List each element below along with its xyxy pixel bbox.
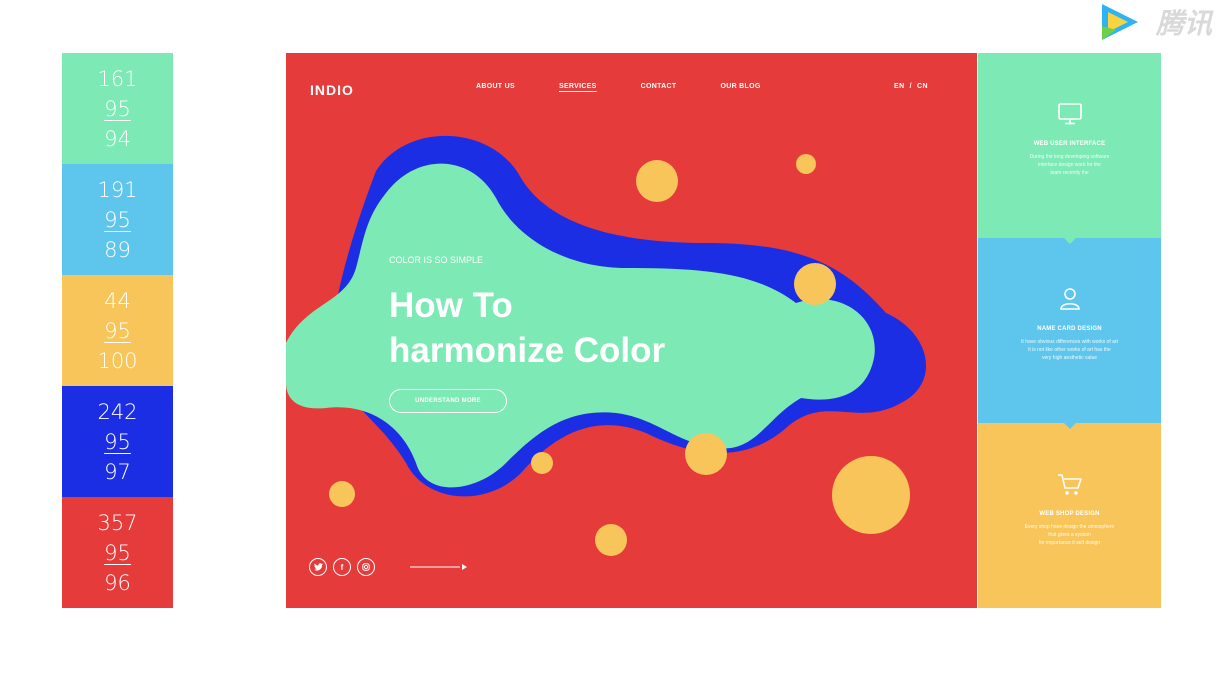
hero-headline: How To harmonize Color (389, 283, 665, 373)
dot (685, 433, 727, 475)
swatch-brightness: 96 (104, 570, 131, 595)
language-switch[interactable]: EN / CN (894, 83, 928, 90)
dot (832, 456, 910, 534)
social-links: f (309, 558, 375, 576)
swatch-brightness: 97 (104, 459, 131, 484)
swatch-royal-blue: 242 95 97 (62, 386, 173, 497)
card-name-card-design[interactable]: NAME CARD DESIGN It have obvious differe… (978, 238, 1161, 429)
card-notch (1063, 237, 1077, 244)
card-title: NAME CARD DESIGN (1037, 326, 1102, 332)
dot (794, 263, 836, 305)
dot (329, 481, 355, 507)
headline-line-1: How To (389, 286, 513, 325)
instagram-icon[interactable] (357, 558, 375, 576)
card-desc-line: it is not like other works of art has th… (1028, 347, 1111, 353)
hero-section: INDIO ABOUT US SERVICES CONTACT OUR BLOG… (286, 53, 977, 608)
card-title: WEB SHOP DESIGN (1039, 511, 1100, 517)
card-description: It have obvious differences with works o… (1000, 338, 1140, 362)
monitor-icon (1057, 103, 1082, 125)
card-desc-line: During the long developing software (1029, 154, 1110, 160)
card-desc-line: very high aesthetic value (1041, 355, 1098, 361)
site-logo[interactable]: INDIO (310, 82, 354, 98)
swatch-saturation: 95 (104, 429, 131, 454)
card-description: During the long developing software inte… (1000, 153, 1140, 177)
swatch-brightness: 100 (97, 348, 138, 373)
nav-about-us[interactable]: ABOUT US (476, 83, 515, 90)
headline-line-2: harmonize Color (389, 331, 666, 370)
color-swatch-column: 161 95 94 191 95 89 44 95 100 242 95 97 … (62, 53, 173, 608)
swatch-saturation: 95 (104, 96, 131, 121)
card-web-shop-design[interactable]: WEB SHOP DESIGN Every shop have design t… (978, 423, 1161, 608)
watermark-text: 腾讯 (1156, 7, 1213, 40)
swatch-hue: 44 (104, 288, 131, 313)
twitter-icon[interactable] (309, 558, 327, 576)
swatch-green: 161 95 94 (62, 53, 173, 164)
swatch-hue: 161 (97, 66, 138, 91)
play-logo-icon (1102, 4, 1138, 40)
swatch-red: 357 95 96 (62, 497, 173, 608)
hero-tagline: COLOR IS SO SIMPLE (389, 255, 484, 265)
user-icon (1059, 288, 1080, 310)
video-watermark: 腾讯 (1094, 0, 1220, 42)
card-title: WEB USER INTERFACE (1033, 141, 1106, 147)
swatch-brightness: 94 (104, 126, 131, 151)
swatch-saturation: 95 (104, 318, 131, 343)
card-notch (1063, 422, 1077, 429)
swatch-hue: 242 (97, 399, 138, 424)
dot (636, 160, 678, 202)
card-web-user-interface[interactable]: WEB USER INTERFACE During the long devel… (978, 53, 1161, 244)
cart-icon (1057, 474, 1082, 495)
card-desc-line: interface design work for the (1038, 162, 1101, 168)
card-desc-line: for importance it self design (1038, 540, 1101, 546)
nav-contact[interactable]: CONTACT (641, 83, 677, 90)
card-desc-line: Every shop have design the atmosphere (1024, 524, 1115, 530)
card-desc-line: team recently the (1050, 170, 1089, 176)
main-nav: ABOUT US SERVICES CONTACT OUR BLOG (476, 83, 805, 90)
card-desc-line: It have obvious differences with works o… (1021, 339, 1118, 345)
swatch-blue: 191 95 89 (62, 164, 173, 275)
nav-our-blog[interactable]: OUR BLOG (720, 83, 760, 90)
nav-services[interactable]: SERVICES (559, 83, 597, 90)
card-description: Every shop have design the atmosphere th… (1000, 523, 1140, 547)
dot (595, 524, 627, 556)
swatch-yellow: 44 95 100 (62, 275, 173, 386)
card-desc-line: that gives a system (1048, 532, 1091, 538)
swatch-hue: 357 (97, 510, 138, 535)
facebook-icon[interactable]: f (333, 558, 351, 576)
arrow-right-icon[interactable] (410, 562, 470, 572)
dot (531, 452, 553, 474)
dot (796, 154, 816, 174)
swatch-saturation: 95 (104, 207, 131, 232)
service-cards: WEB USER INTERFACE During the long devel… (978, 53, 1161, 608)
understand-more-button[interactable]: UNDERSTAND MORE (389, 389, 507, 413)
swatch-hue: 191 (97, 177, 138, 202)
swatch-saturation: 95 (104, 540, 131, 565)
swatch-brightness: 89 (104, 237, 131, 262)
